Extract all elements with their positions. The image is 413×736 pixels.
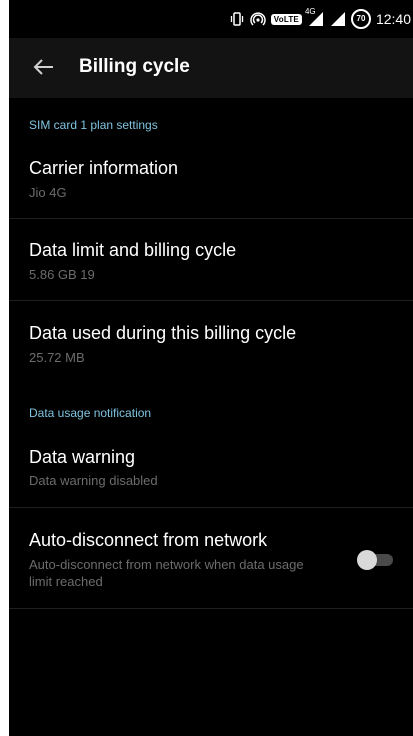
volte-badge-icon: VoLTE <box>270 13 302 25</box>
data-used-value: 25.72 MB <box>29 350 85 365</box>
toggle-knob <box>357 550 377 570</box>
clock: 12:40 <box>375 11 411 27</box>
arrow-left-icon[interactable] <box>31 54 57 80</box>
network-label: 4G <box>304 7 316 16</box>
data-limit-item[interactable]: Data limit and billing cycle 5.86 GB 19 <box>9 219 413 300</box>
data-warning-item[interactable]: Data warning Data warning disabled <box>9 430 413 507</box>
carrier-information-value: Jio 4G <box>29 185 67 200</box>
auto-disconnect-title: Auto-disconnect from network <box>29 530 268 550</box>
carrier-information-title: Carrier information <box>29 158 179 178</box>
auto-disconnect-toggle[interactable] <box>357 548 393 570</box>
data-used-title: Data used during this billing cycle <box>29 323 297 343</box>
vibrate-icon <box>229 11 245 27</box>
data-used-item[interactable]: Data used during this billing cycle 25.7… <box>9 301 413 383</box>
signal-4g-icon: 4G <box>305 7 325 27</box>
signal-icon <box>330 11 346 27</box>
status-icons: VoLTE 4G 70 12:40 <box>229 7 413 30</box>
billing-cycle-screen: VoLTE 4G 70 12:40 Billing cycle SIM card… <box>9 0 413 736</box>
battery-icon: 70 <box>350 9 371 29</box>
data-limit-title: Data limit and billing cycle <box>29 240 237 260</box>
app-bar: Billing cycle <box>9 38 413 98</box>
page-title: Billing cycle <box>79 56 190 77</box>
carrier-information-item[interactable]: Carrier information Jio 4G <box>9 140 413 218</box>
hotspot-icon <box>250 11 266 27</box>
auto-disconnect-item[interactable]: Auto-disconnect from network Auto-discon… <box>9 508 413 608</box>
divider <box>9 608 413 609</box>
status-bar: VoLTE 4G 70 12:40 <box>9 0 413 38</box>
auto-disconnect-description: Auto-disconnect from network when data u… <box>29 557 304 589</box>
section-header-notification: Data usage notification <box>29 406 152 420</box>
data-warning-value: Data warning disabled <box>29 473 158 488</box>
data-warning-title: Data warning <box>29 447 136 467</box>
data-limit-value: 5.86 GB 19 <box>29 267 95 282</box>
section-header-sim: SIM card 1 plan settings <box>29 118 158 132</box>
